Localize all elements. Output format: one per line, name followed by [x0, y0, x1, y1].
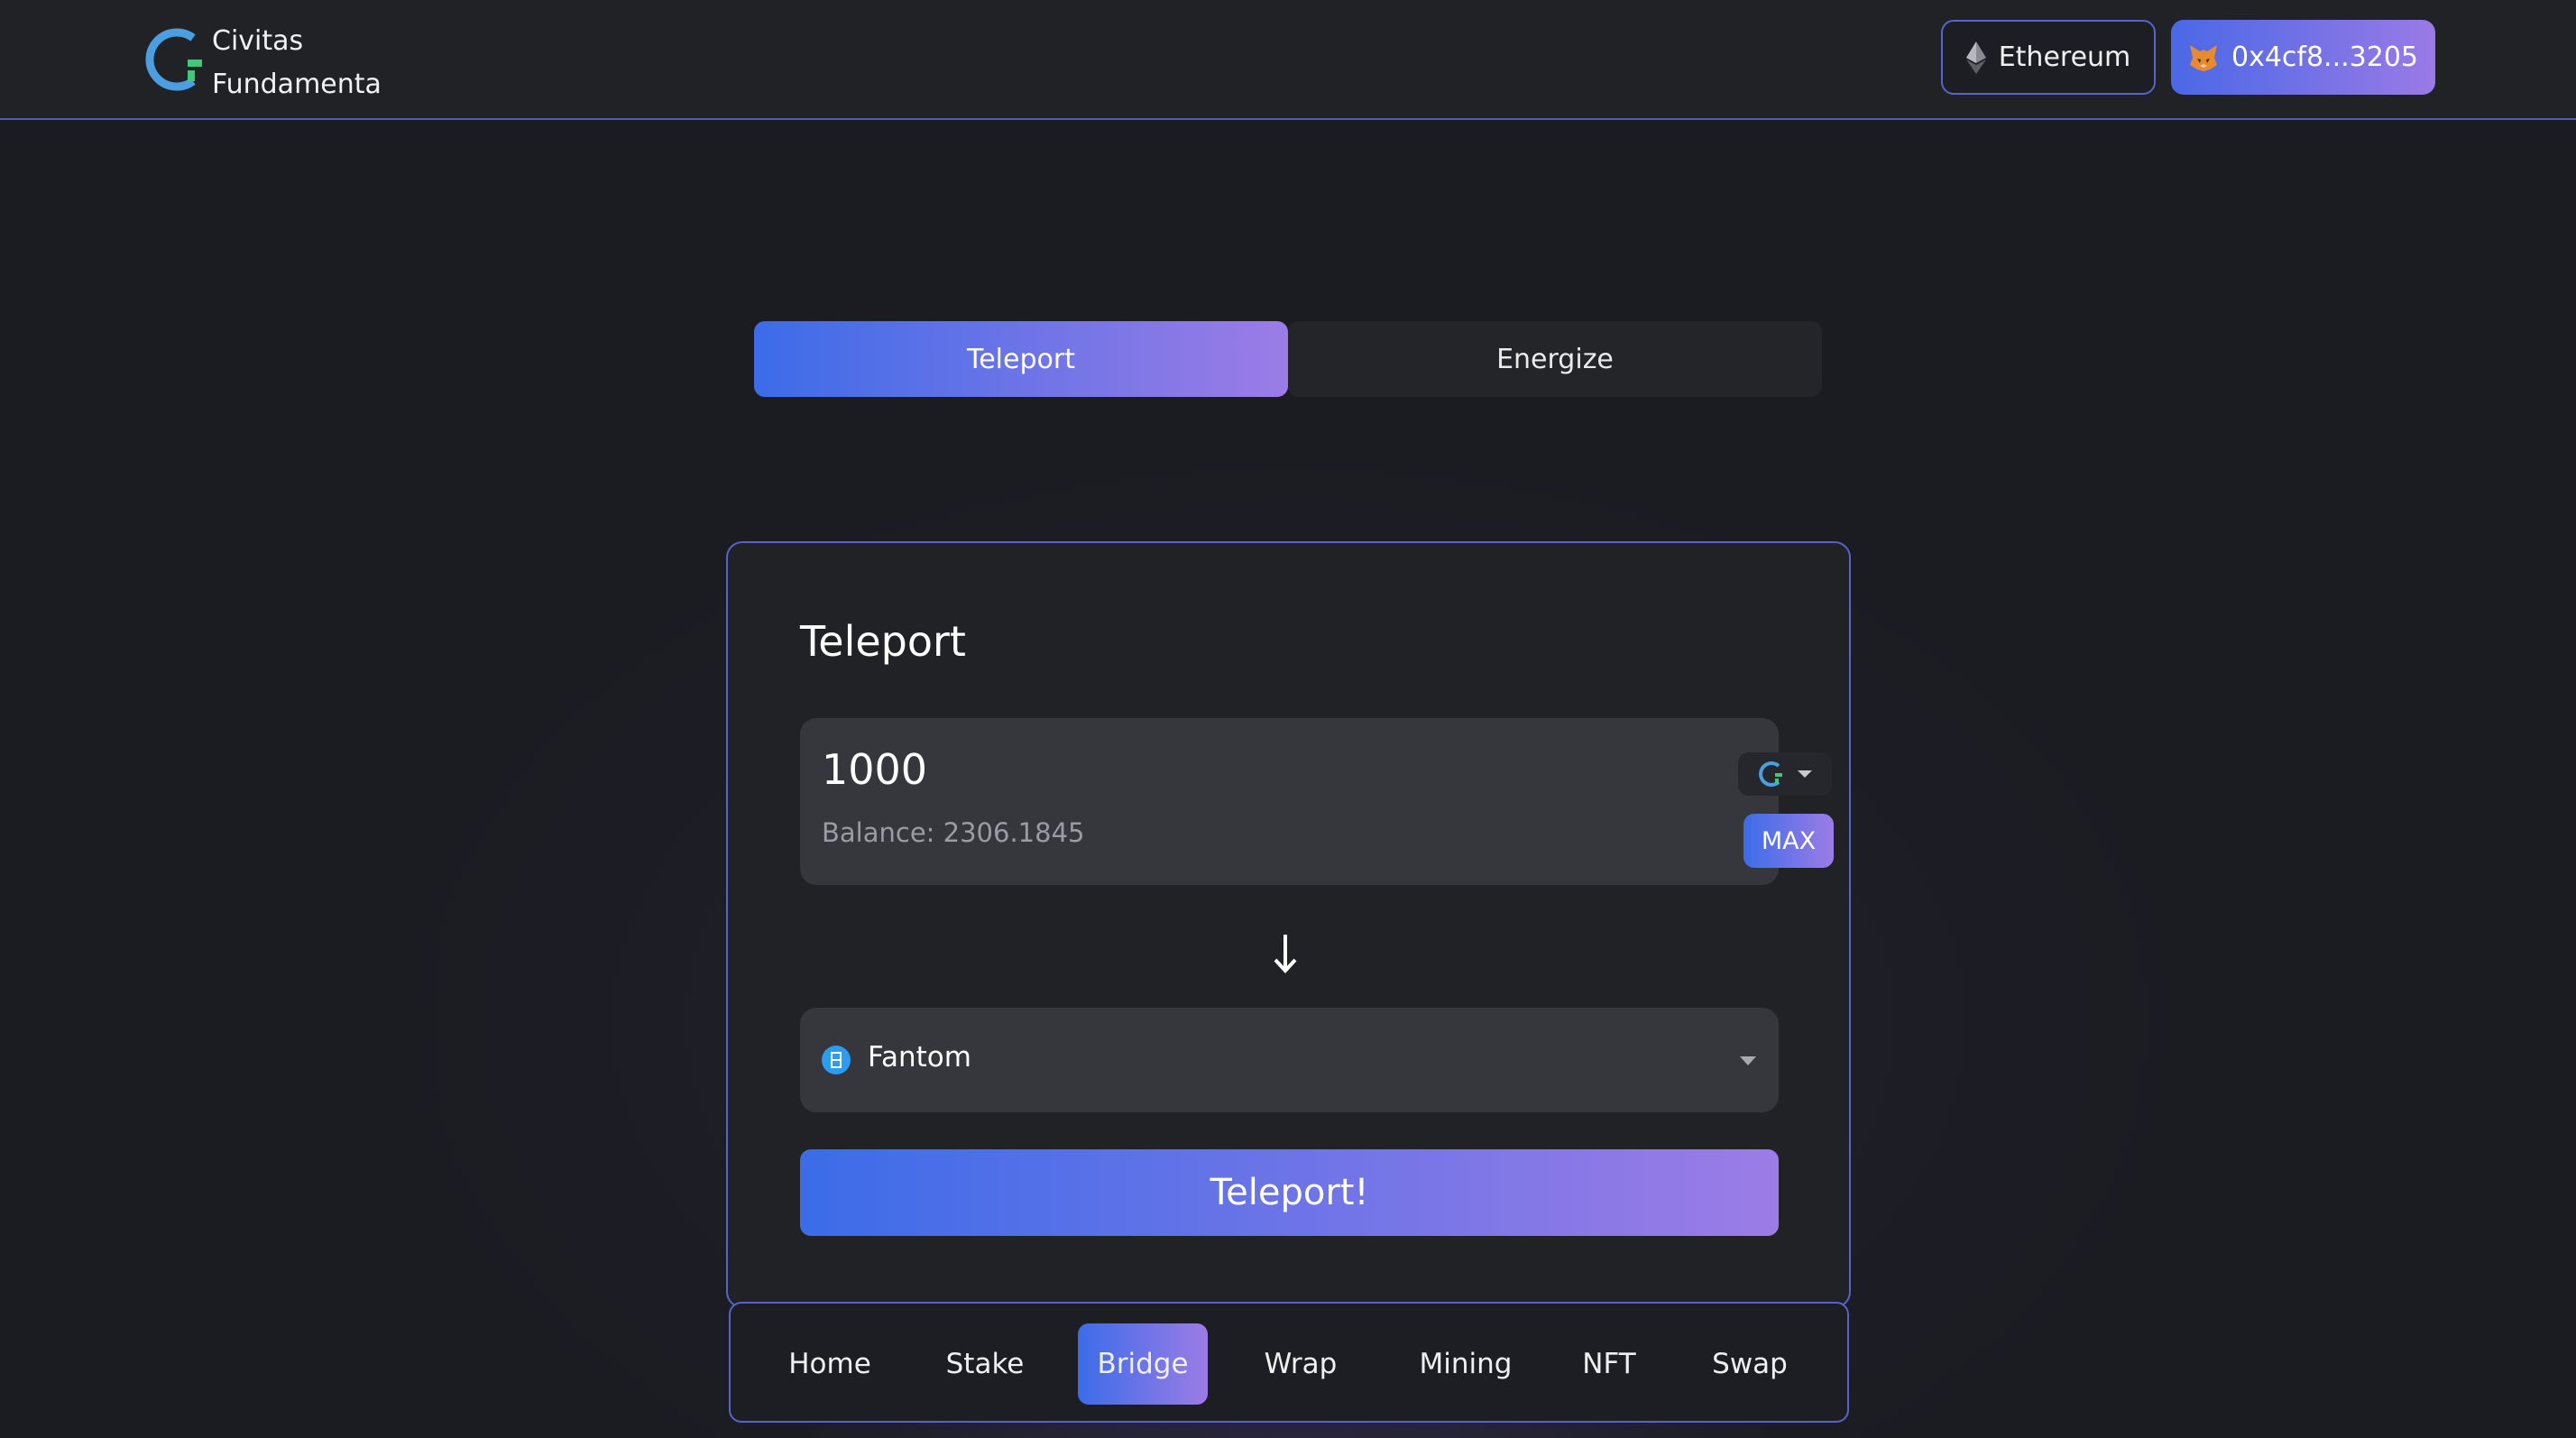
nav-stake[interactable]: Stake — [922, 1323, 1048, 1405]
wallet-address: 0x4cf8...3205 — [2231, 41, 2419, 73]
nav-bridge[interactable]: Bridge — [1078, 1323, 1208, 1405]
teleport-card: Teleport Balance: 2306.1845 MAX Fa — [726, 541, 1851, 1308]
destination-chain-select[interactable]: Fantom — [800, 1008, 1779, 1112]
balance-text: Balance: 2306.1845 — [822, 817, 1085, 848]
fantom-icon — [822, 1046, 851, 1074]
network-button[interactable]: Ethereum — [1941, 20, 2156, 95]
civitas-logo-icon — [145, 28, 202, 91]
chevron-down-icon — [1740, 1056, 1756, 1065]
chevron-down-icon — [1798, 770, 1812, 778]
nav-nft[interactable]: NFT — [1555, 1323, 1663, 1405]
top-header: Civitas Fundamenta Ethereum 0x4cf8...320… — [0, 0, 2576, 120]
arrow-down-icon — [1267, 931, 1303, 976]
logo-line-1: Civitas — [212, 25, 304, 57]
ethereum-icon — [1965, 41, 1986, 74]
tab-energize[interactable]: Energize — [1288, 321, 1822, 397]
destination-chain-label: Fantom — [868, 1041, 971, 1074]
card-title: Teleport — [800, 617, 966, 666]
max-button[interactable]: MAX — [1743, 814, 1834, 868]
teleport-submit-button[interactable]: Teleport! — [800, 1149, 1779, 1236]
amount-box: Balance: 2306.1845 MAX — [800, 718, 1834, 885]
amount-input[interactable] — [822, 738, 1633, 801]
nav-wrap[interactable]: Wrap — [1237, 1323, 1364, 1405]
network-label: Ethereum — [1998, 41, 2131, 73]
bottom-nav: Home Stake Bridge Wrap Mining NFT Swap — [729, 1302, 1849, 1423]
bridge-tabs: Teleport Energize — [754, 321, 1822, 397]
logo-line-2: Fundamenta — [212, 69, 382, 100]
wallet-button[interactable]: 0x4cf8...3205 — [2171, 20, 2435, 95]
civitas-logo[interactable]: Civitas Fundamenta — [143, 20, 413, 101]
nav-swap[interactable]: Swap — [1689, 1323, 1810, 1405]
nav-mining[interactable]: Mining — [1398, 1323, 1533, 1405]
token-select[interactable] — [1738, 752, 1832, 796]
nav-home[interactable]: Home — [767, 1323, 893, 1405]
metamask-fox-icon — [2189, 44, 2217, 71]
logo-text: Civitas Fundamenta — [212, 20, 428, 106]
tab-teleport[interactable]: Teleport — [754, 321, 1288, 397]
civitas-token-icon — [1759, 761, 1782, 787]
